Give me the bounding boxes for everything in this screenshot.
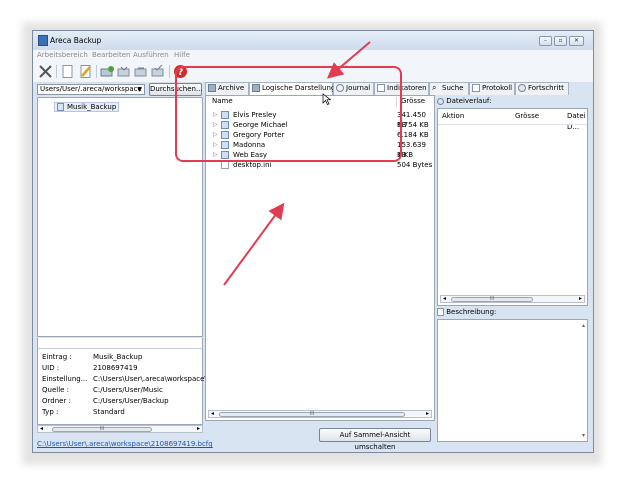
tab-protokoll[interactable]: Protokoll bbox=[469, 82, 515, 95]
column-header-datei[interactable]: Datei D... bbox=[567, 111, 587, 131]
title-bar: Areca Backup – ▫ ✕ bbox=[33, 31, 593, 50]
scroll-left-icon[interactable]: ◂ bbox=[40, 425, 43, 432]
file-size: 504 Bytes bbox=[397, 161, 433, 169]
info-key: Typ : bbox=[42, 408, 59, 416]
history-icon bbox=[437, 97, 444, 105]
progress-icon bbox=[518, 84, 526, 92]
history-table: Aktion Grösse Datei D... ◂ III ▸ bbox=[437, 108, 588, 306]
info-row: Eintrag : Musik_Backup bbox=[42, 352, 142, 363]
description-icon bbox=[437, 308, 444, 316]
scroll-thumb[interactable]: III bbox=[451, 297, 533, 302]
description-title: Beschreibung: bbox=[446, 308, 497, 316]
scroll-down-icon[interactable]: ▾ bbox=[582, 432, 585, 439]
info-value: C:\Users\User\.areca\workspace\... bbox=[93, 375, 214, 383]
tab-fortschritt[interactable]: Fortschritt bbox=[515, 82, 569, 95]
info-value: 2108697419 bbox=[93, 364, 138, 372]
close-button[interactable]: ✕ bbox=[569, 36, 584, 46]
search-icon: ⌕ bbox=[432, 83, 437, 92]
history-header: Dateiverlauf: bbox=[437, 95, 491, 107]
header-divider bbox=[438, 124, 587, 125]
info-row: Ordner : C:/Users/User/Backup bbox=[42, 396, 169, 407]
column-header-size[interactable]: Grösse bbox=[401, 96, 425, 108]
config-file-link[interactable]: C:\Users\User\.areca\workspace\210869741… bbox=[37, 440, 213, 448]
history-title: Dateiverlauf: bbox=[446, 97, 492, 105]
scroll-thumb[interactable]: III bbox=[52, 427, 152, 432]
edit-icon[interactable] bbox=[78, 64, 93, 79]
toolbar-separator bbox=[56, 65, 57, 78]
tab-label: Suche bbox=[442, 84, 464, 92]
info-key: Eintrag : bbox=[42, 353, 72, 361]
tab-label: Fortschritt bbox=[528, 84, 564, 92]
areca-app-icon bbox=[38, 35, 48, 46]
info-key: Einstellung... bbox=[42, 375, 88, 383]
history-horizontal-scrollbar[interactable]: ◂ III ▸ bbox=[440, 295, 585, 303]
scroll-left-icon[interactable]: ◂ bbox=[211, 410, 214, 417]
scroll-up-icon[interactable]: ▴ bbox=[582, 322, 585, 329]
toolbar-separator bbox=[169, 65, 170, 78]
workspace-combo[interactable]: Users/User/.areca/workspace ▼ bbox=[37, 84, 145, 95]
toolbar-separator bbox=[96, 65, 97, 78]
column-header-groesse[interactable]: Grösse bbox=[515, 111, 539, 123]
info-key: Ordner : bbox=[42, 397, 71, 405]
scroll-right-icon[interactable]: ▸ bbox=[197, 425, 200, 432]
info-row: Einstellung... C:\Users\User\.areca\works… bbox=[42, 374, 213, 385]
info-value: Musik_Backup bbox=[93, 353, 143, 361]
backup-icon[interactable] bbox=[100, 64, 115, 79]
tab-suche[interactable]: ⌕ Suche bbox=[429, 82, 469, 95]
file-horizontal-scrollbar[interactable]: ◂ III ▸ bbox=[208, 410, 432, 418]
workspace-path: Users/User/.areca/workspace bbox=[40, 85, 142, 93]
tab-label: Protokoll bbox=[482, 84, 513, 92]
menu-ausfuehren[interactable]: Ausführen bbox=[133, 51, 169, 59]
scroll-left-icon[interactable]: ◂ bbox=[443, 295, 446, 302]
new-document-icon[interactable] bbox=[60, 64, 75, 79]
info-row: UID : 2108697419 bbox=[42, 363, 138, 374]
check-icon[interactable] bbox=[151, 64, 166, 79]
restore-icon[interactable] bbox=[134, 64, 149, 79]
highlight-box bbox=[175, 66, 402, 162]
info-value: C:/Users/User/Backup bbox=[93, 397, 169, 405]
info-value: Standard bbox=[93, 408, 125, 416]
minimize-button[interactable]: – bbox=[539, 36, 552, 46]
log-icon bbox=[472, 84, 480, 92]
tree-item-musik-backup[interactable]: Musik_Backup bbox=[54, 102, 120, 112]
info-key: Quelle : bbox=[42, 386, 70, 394]
menu-bearbeiten[interactable]: Bearbeiten bbox=[92, 51, 130, 59]
menu-hilfe[interactable]: Hilfe bbox=[174, 51, 190, 59]
settings-icon[interactable] bbox=[38, 64, 53, 79]
menu-arbeitsbereich[interactable]: Arbeitsbereich bbox=[37, 51, 88, 59]
scroll-right-icon[interactable]: ▸ bbox=[579, 295, 582, 302]
toggle-aggregate-view-button[interactable]: Auf Sammel-Ansicht umschalten bbox=[319, 428, 431, 451]
tree-item-label: Musik_Backup bbox=[67, 103, 117, 111]
file-icon bbox=[221, 161, 229, 169]
info-value: C:/Users/User/Music bbox=[93, 386, 163, 394]
backup-target-icon bbox=[57, 103, 64, 111]
info-row: Typ : Standard bbox=[42, 407, 125, 418]
info-row: Quelle : C:/Users/User/Music bbox=[42, 385, 163, 396]
chevron-down-icon: ▼ bbox=[137, 86, 142, 93]
info-divider bbox=[38, 348, 202, 349]
merge-icon[interactable] bbox=[117, 64, 132, 79]
menu-bar: Arbeitsbereich Bearbeiten Ausführen Hilf… bbox=[33, 50, 593, 61]
description-header: Beschreibung: bbox=[437, 306, 496, 318]
info-key: UID : bbox=[42, 364, 60, 372]
column-header-aktion[interactable]: Aktion bbox=[442, 111, 464, 123]
scroll-right-icon[interactable]: ▸ bbox=[426, 410, 429, 417]
window-title: Areca Backup bbox=[50, 36, 102, 45]
info-panel: Eintrag : Musik_Backup UID : 2108697419 Ei… bbox=[37, 338, 213, 425]
scroll-thumb[interactable]: III bbox=[219, 412, 405, 417]
description-panel: ▴ ▾ bbox=[437, 319, 588, 442]
maximize-button[interactable]: ▫ bbox=[554, 36, 567, 46]
info-horizontal-scrollbar[interactable]: ◂ III ▸ bbox=[37, 425, 203, 433]
